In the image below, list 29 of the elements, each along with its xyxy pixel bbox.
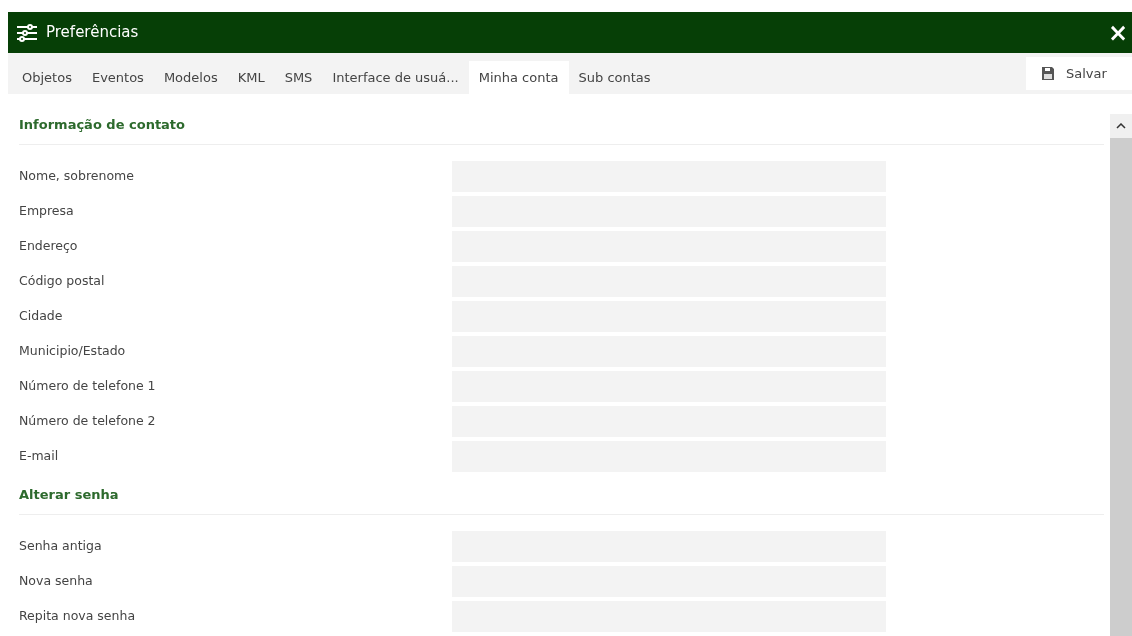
tab[interactable]: Sub contas bbox=[568, 61, 661, 94]
field-label: Endereço bbox=[19, 237, 79, 256]
field-label: Senha antiga bbox=[19, 537, 103, 556]
field-label: Número de telefone 2 bbox=[19, 412, 157, 431]
tab[interactable]: SMS bbox=[274, 61, 323, 94]
close-button[interactable]: × bbox=[1107, 20, 1132, 45]
field-label: Número de telefone 1 bbox=[19, 377, 157, 396]
field-label: Nova senha bbox=[19, 572, 94, 591]
tab[interactable]: Interface de usuá... bbox=[322, 61, 469, 94]
save-button[interactable]: Salvar bbox=[1026, 57, 1132, 90]
tab[interactable]: Minha conta bbox=[468, 61, 569, 94]
field-label: Código postal bbox=[19, 272, 106, 291]
field-label: Municipio/Estado bbox=[19, 342, 127, 361]
field-label: Cidade bbox=[19, 307, 64, 326]
window-title: Preferências bbox=[46, 22, 139, 44]
save-icon bbox=[1042, 67, 1054, 80]
scroll-up-icon bbox=[1116, 123, 1126, 129]
scrollbar[interactable] bbox=[1110, 114, 1132, 636]
field-label: Nome, sobrenome bbox=[19, 167, 135, 186]
section-title: Informação de contato bbox=[19, 117, 186, 132]
tab[interactable]: KML bbox=[227, 61, 275, 94]
sliders-icon bbox=[16, 23, 38, 42]
tab[interactable]: Modelos bbox=[153, 61, 228, 94]
field-label: Empresa bbox=[19, 202, 75, 221]
section-title: Alterar senha bbox=[19, 487, 119, 502]
field-label: E-mail bbox=[19, 447, 60, 466]
field-label: Repita nova senha bbox=[19, 607, 137, 626]
tab[interactable]: Eventos bbox=[81, 61, 154, 94]
tab[interactable]: Objetos bbox=[12, 61, 82, 94]
